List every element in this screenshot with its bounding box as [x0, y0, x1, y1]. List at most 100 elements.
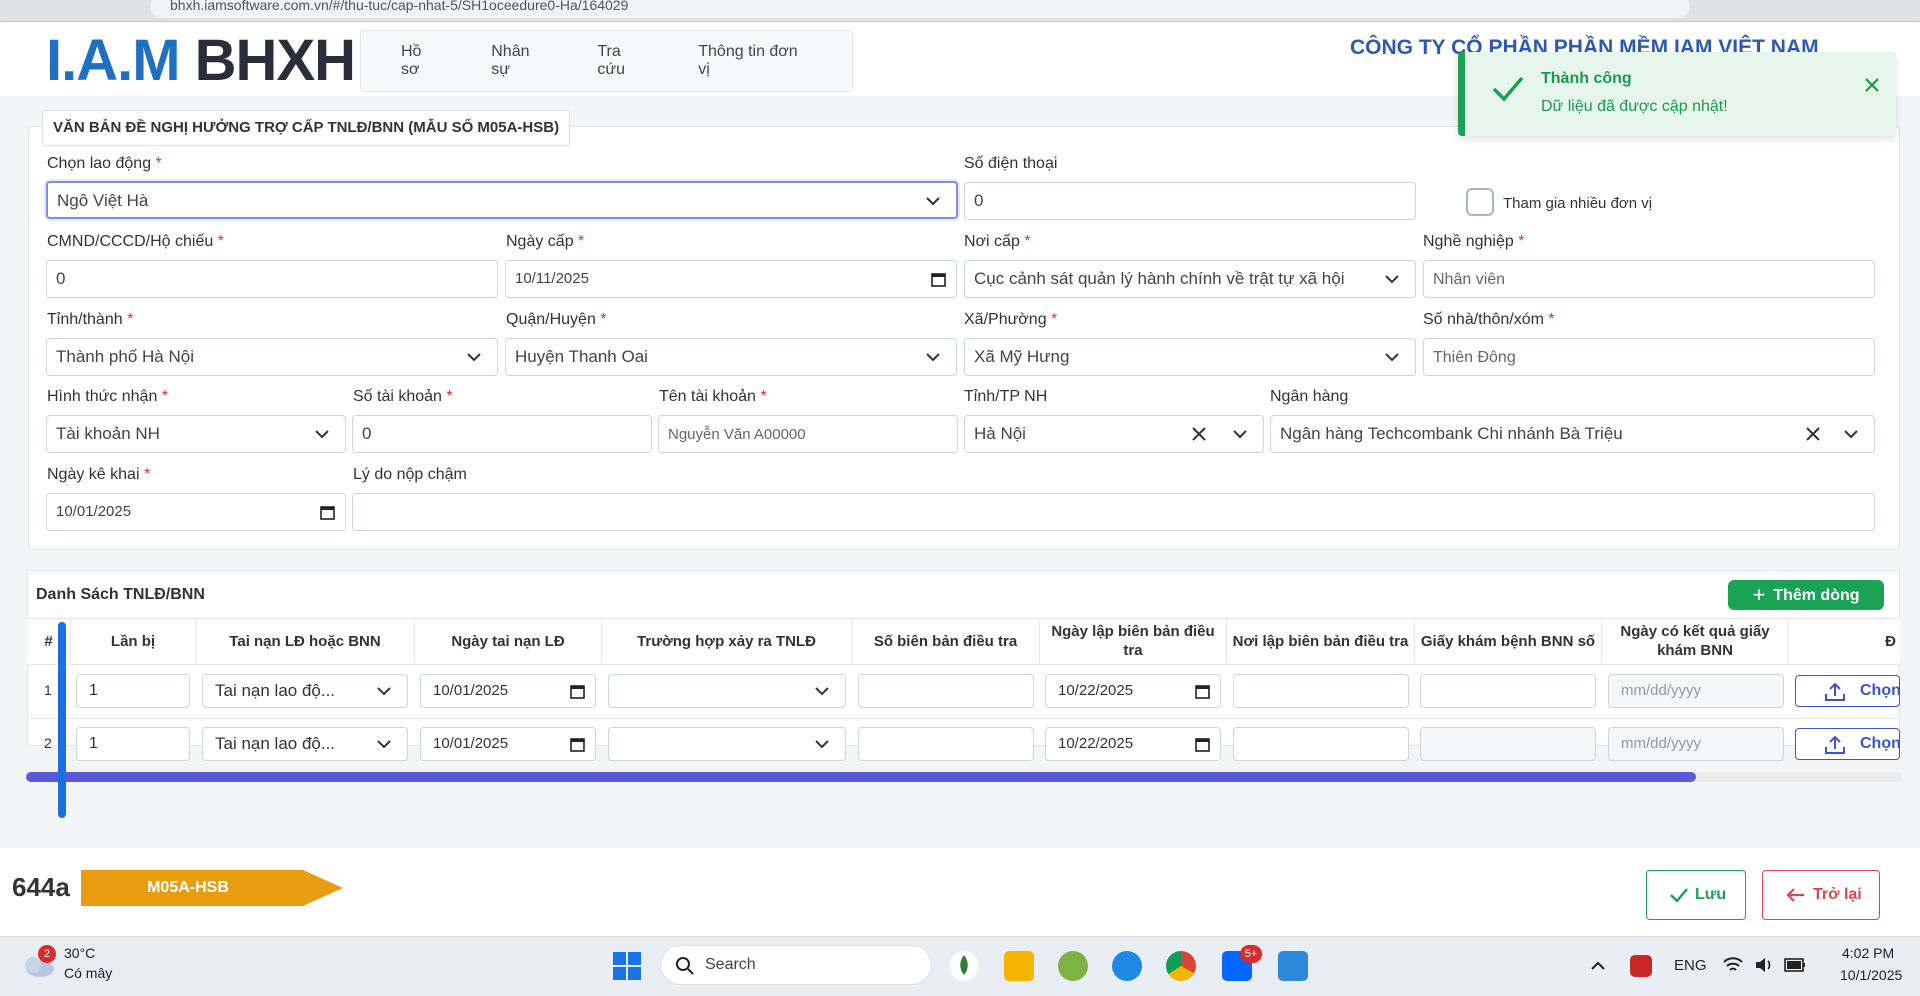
choose-file-button[interactable]: Chọn: [1795, 675, 1900, 707]
windows-taskbar: 2 30°C Có mây Search 5+ ENG 4:02 PM 10/1…: [0, 936, 1920, 996]
select-quan-huyen[interactable]: Huyện Thanh Oai: [505, 338, 957, 376]
nav-ho-so[interactable]: Hồ sơ: [401, 43, 439, 79]
select-hinh-thuc-nhan[interactable]: Tài khoản NH: [46, 415, 346, 453]
date-ngay-kq[interactable]: mm/dd/yyyy: [1608, 674, 1784, 708]
col-truong-hop: Trường hợp xảy ra TNLĐ: [602, 619, 852, 663]
annotation-stroke: [58, 622, 66, 818]
battery-icon[interactable]: [1784, 957, 1806, 973]
address-bar[interactable]: bhxh.iamsoftware.com.vn/#/thu-tuc/cap-nh…: [150, 0, 1690, 18]
select-truong-hop[interactable]: [608, 674, 846, 708]
checkbox-tham-gia[interactable]: [1466, 188, 1494, 216]
calendar-icon: [570, 738, 585, 752]
chevron-down-icon: [926, 353, 940, 362]
input-so-tai-khoan[interactable]: 0: [352, 415, 652, 453]
file-explorer-icon[interactable]: [1004, 951, 1034, 981]
input-lan-bi[interactable]: 1: [76, 727, 190, 761]
close-icon[interactable]: [1863, 76, 1881, 94]
select-noi-cap[interactable]: Cục cảnh sát quản lý hành chính về trật …: [964, 260, 1416, 298]
input-noi-lap[interactable]: [1233, 674, 1409, 708]
date-ngay-ke-khai[interactable]: 10/01/2025: [46, 493, 346, 531]
nav-thong-tin-don-vi[interactable]: Thông tin đơn vị: [698, 43, 800, 79]
col-d: Đ: [1789, 619, 1900, 663]
input-ly-do[interactable]: [352, 493, 1875, 531]
select-loai[interactable]: Tai nạn lao độ...: [202, 674, 408, 708]
calendar-icon: [320, 506, 335, 520]
chevron-down-icon: [815, 740, 829, 749]
check-icon: [1492, 76, 1524, 102]
row-divider: [27, 718, 1900, 719]
add-row-button[interactable]: + Thêm dòng: [1728, 580, 1884, 610]
clock-date: 10/1/2025: [1840, 967, 1903, 983]
label-quan-huyen: Quận/Huyện *: [506, 311, 607, 328]
label-so-nha: Số nhà/thôn/xóm *: [1423, 311, 1555, 328]
select-tinh-thanh[interactable]: Thành phố Hà Nội: [46, 338, 498, 376]
chrome-icon[interactable]: [1166, 951, 1196, 981]
label-chon-lao-dong: Chọn lao động *: [47, 155, 162, 172]
photos-icon[interactable]: [1278, 951, 1308, 981]
app-logo[interactable]: I.A.M BHXH: [46, 32, 356, 90]
calendar-icon: [570, 685, 585, 699]
back-button[interactable]: Trở lại: [1762, 870, 1880, 920]
date-ngay-tai-nan[interactable]: 10/01/2025: [420, 727, 596, 761]
choose-file-button[interactable]: Chọn: [1795, 728, 1900, 760]
date-ngay-lap[interactable]: 10/22/2025: [1045, 727, 1221, 761]
volume-icon[interactable]: [1754, 955, 1774, 975]
save-button[interactable]: Lưu: [1646, 870, 1746, 920]
input-giay-kham[interactable]: [1420, 674, 1596, 708]
input-nghe-nghiep[interactable]: Nhân viên: [1423, 260, 1875, 298]
input-cmnd[interactable]: 0: [46, 260, 498, 298]
language-indicator[interactable]: ENG: [1674, 957, 1707, 974]
select-truong-hop[interactable]: [608, 727, 846, 761]
chevron-up-icon[interactable]: [1590, 959, 1606, 971]
form-title: VĂN BẢN ĐỀ NGHỊ HƯỞNG TRỢ CẤP TNLĐ/BNN (…: [42, 110, 571, 146]
label-xa-phuong: Xã/Phường *: [964, 311, 1058, 328]
edge-icon[interactable]: [1112, 951, 1142, 981]
weather-desc: Có mây: [64, 965, 113, 981]
input-so-bien-ban[interactable]: [858, 727, 1034, 761]
input-noi-lap[interactable]: [1233, 727, 1409, 761]
input-so-dien-thoai[interactable]: 0: [964, 182, 1416, 220]
date-ngay-lap[interactable]: 10/22/2025: [1045, 674, 1221, 708]
taskbar-search[interactable]: Search: [660, 945, 932, 985]
table-header-bottom: [27, 664, 1900, 665]
app-icon[interactable]: [950, 951, 978, 981]
select-ngan-hang[interactable]: Ngân hàng Techcombank Chi nhánh Bà Triệu: [1270, 415, 1875, 453]
select-tinh-tp-nh[interactable]: Hà Nội: [964, 415, 1264, 453]
date-ngay-cap[interactable]: 10/11/2025: [505, 260, 957, 298]
success-toast: Thành công Dữ liệu đã được cập nhật!: [1458, 52, 1896, 136]
col-lan-bi: Lần bị: [71, 619, 196, 663]
input-ten-tai-khoan[interactable]: Nguyễn Văn A00000: [658, 415, 958, 453]
app-icon[interactable]: [1058, 951, 1088, 981]
scrollbar-thumb[interactable]: [26, 772, 1696, 782]
label-ngan-hang: Ngân hàng: [1270, 388, 1349, 405]
col-ngay-kq: Ngày có kết quả giấy khám BNN: [1602, 619, 1789, 663]
clock-time: 4:02 PM: [1842, 945, 1895, 961]
nav-tra-cuu[interactable]: Tra cứu: [597, 43, 646, 79]
form-code: 644a: [12, 872, 70, 902]
date-ngay-tai-nan[interactable]: 10/01/2025: [420, 674, 596, 708]
nav-nhan-su[interactable]: Nhân sự: [491, 43, 545, 79]
col-giay-kham: Giấy khám bệnh BNN số: [1415, 619, 1602, 663]
table-horizontal-scrollbar[interactable]: [26, 772, 1902, 782]
search-icon: [676, 957, 694, 975]
wifi-icon[interactable]: [1722, 955, 1744, 975]
chevron-down-icon: [1844, 430, 1858, 439]
input-so-bien-ban[interactable]: [858, 674, 1034, 708]
date-ngay-kq[interactable]: mm/dd/yyyy: [1608, 727, 1784, 761]
label-noi-cap: Nơi cấp *: [964, 233, 1031, 250]
label-hinh-thuc-nhan: Hình thức nhận *: [47, 388, 169, 405]
select-loai[interactable]: Tai nạn lao độ...: [202, 727, 408, 761]
input-giay-kham[interactable]: [1420, 727, 1596, 761]
windows-start-icon[interactable]: [612, 951, 642, 981]
input-lan-bi[interactable]: 1: [76, 674, 190, 708]
col-ngay-tai-nan: Ngày tai nạn LĐ: [415, 619, 602, 663]
clear-icon: [1806, 427, 1820, 441]
app-tray-icon[interactable]: [1630, 955, 1652, 977]
input-so-nha[interactable]: Thiên Đông: [1423, 338, 1875, 376]
main-nav: Hồ sơ Nhân sự Tra cứu Thông tin đơn vị: [360, 30, 853, 92]
label-tham-gia: Tham gia nhiều đơn vị: [1503, 195, 1653, 212]
table-title: Danh Sách TNLĐ/BNN: [36, 586, 205, 603]
chevron-down-icon: [815, 687, 829, 696]
select-xa-phuong[interactable]: Xã Mỹ Hưng: [964, 338, 1416, 376]
select-lao-dong[interactable]: Ngô Việt Hà: [46, 181, 958, 219]
